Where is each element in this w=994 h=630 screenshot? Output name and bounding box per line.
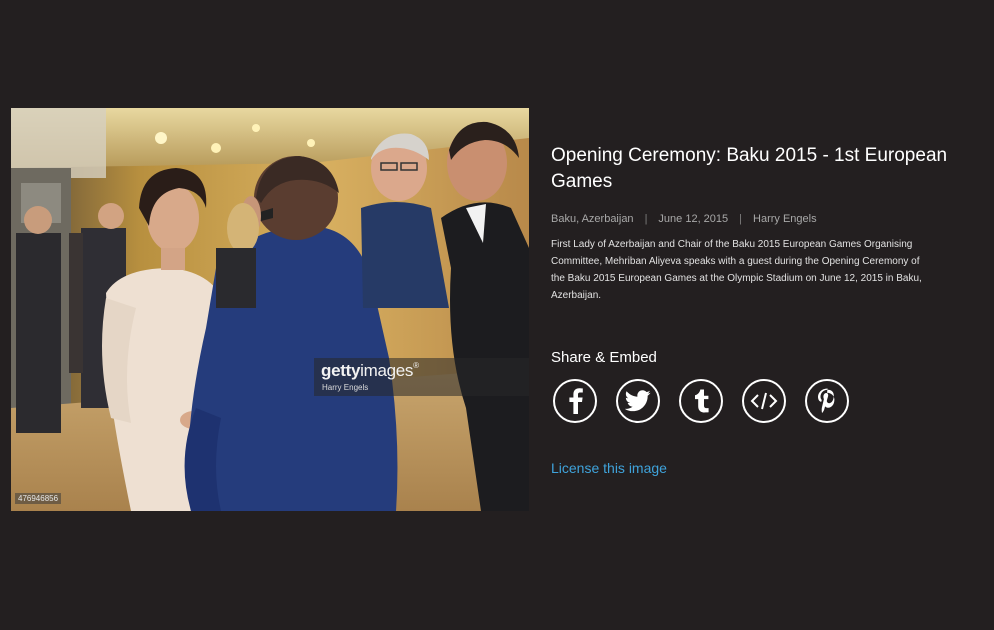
photographer[interactable]: Harry Engels [753, 213, 817, 225]
embed-code-button[interactable] [742, 379, 786, 423]
twitter-icon [625, 390, 651, 412]
getty-watermark: gettyimages® Harry Engels [314, 358, 529, 396]
caption-line: Committee, Mehriban Aliyeva speaks with … [551, 256, 920, 267]
image-title[interactable]: Opening Ceremony: Baku 2015 - 1st Europe… [551, 143, 991, 195]
facebook-icon [569, 388, 583, 414]
facebook-share-button[interactable] [553, 379, 597, 423]
caption-line: the Baku 2015 European Games at the Olym… [551, 273, 922, 284]
tumblr-share-button[interactable] [679, 379, 723, 423]
caption-line: Azerbaijan. [551, 290, 602, 301]
photo[interactable]: gettyimages® Harry Engels 476946856 [11, 108, 529, 511]
image-id: 476946856 [15, 493, 62, 504]
share-buttons [553, 379, 849, 423]
caption: First Lady of Azerbaijan and Chair of th… [551, 236, 994, 304]
license-image-link[interactable]: License this image [551, 460, 667, 476]
info-panel: Opening Ceremony: Baku 2015 - 1st Europe… [551, 143, 994, 476]
location[interactable]: Baku, Azerbaijan [551, 213, 634, 225]
image-meta: Baku, Azerbaijan | June 12, 2015 | Harry Eng… [551, 213, 994, 225]
meta-separator: | [644, 213, 648, 225]
embed-code-icon [750, 392, 778, 410]
getty-logo: gettyimages® [321, 361, 419, 380]
date: June 12, 2015 [658, 213, 729, 225]
pinterest-icon [818, 388, 835, 413]
share-embed-heading: Share & Embed [551, 349, 657, 366]
embed-page: gettyimages® Harry Engels 476946856 Open… [0, 0, 994, 630]
caption-line: First Lady of Azerbaijan and Chair of th… [551, 239, 913, 250]
pinterest-share-button[interactable] [805, 379, 849, 423]
watermark-photographer: Harry Engels [322, 383, 369, 392]
meta-separator: | [739, 213, 743, 225]
photo-scene [11, 108, 529, 511]
tumblr-icon [695, 389, 709, 413]
twitter-share-button[interactable] [616, 379, 660, 423]
